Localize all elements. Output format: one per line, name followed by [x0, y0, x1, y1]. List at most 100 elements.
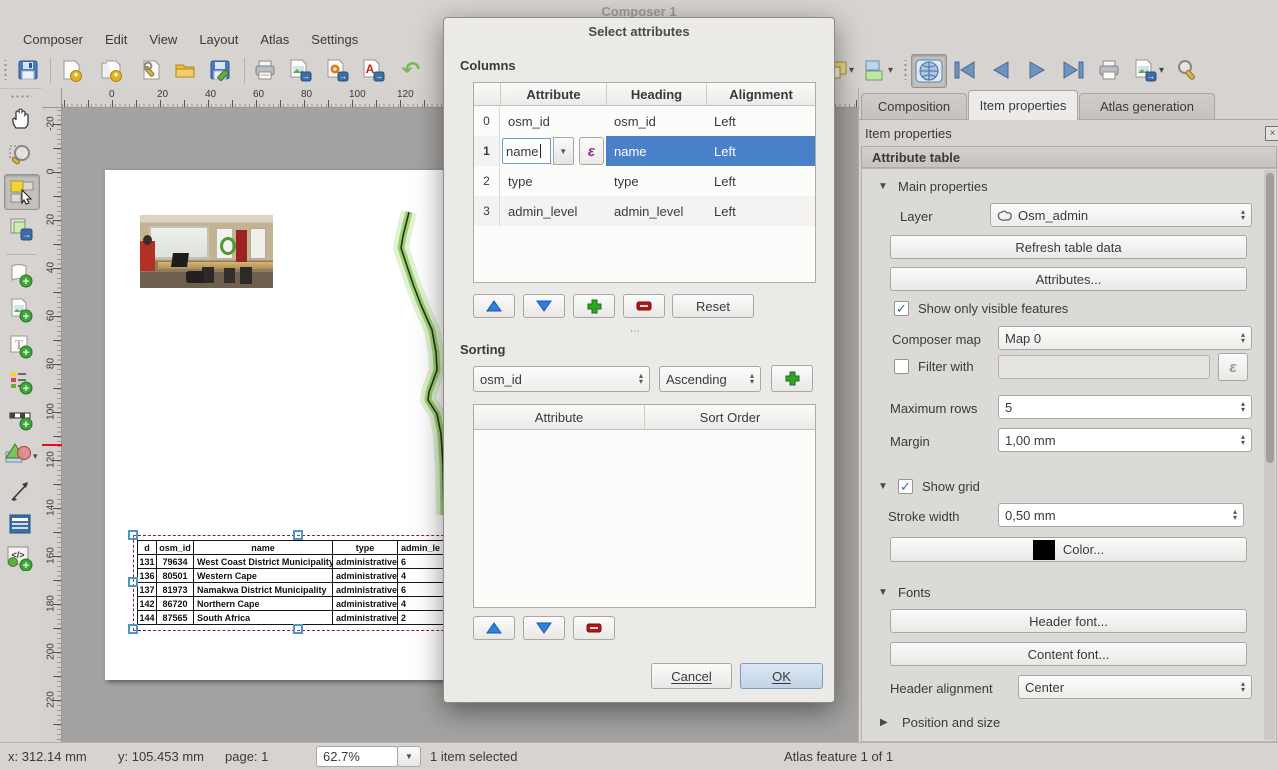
atlas-settings-button[interactable] [1172, 55, 1202, 85]
left-toolbar-grip[interactable] [10, 94, 32, 99]
columns-table-header[interactable]: Attribute Heading Alignment [474, 83, 815, 106]
layer-combobox[interactable]: Osm_admin ▴▾ [990, 203, 1252, 227]
add-scalebar-button[interactable]: + [6, 403, 36, 433]
select-move-item-tool-button[interactable] [4, 174, 40, 210]
add-new-map-button[interactable]: + [6, 260, 36, 290]
sorting-table-header[interactable]: Attribute Sort Order [474, 405, 815, 430]
header-alignment-combobox[interactable]: Center ▴▾ [1018, 675, 1252, 699]
attribute-combo-arrow-button[interactable]: ▼ [553, 137, 574, 165]
fonts-expander[interactable]: ▼ [878, 587, 888, 598]
add-image-button[interactable]: + [6, 295, 36, 325]
maximum-rows-spinbox[interactable]: 5 ▴▾ [998, 395, 1252, 419]
panel-tab-atlas-generation[interactable]: Atlas generation [1079, 93, 1215, 119]
show-only-visible-checkbox[interactable]: ✓ [894, 301, 909, 316]
attribute-expression-button[interactable]: ε [579, 137, 604, 165]
panel-scrollbar-thumb[interactable] [1266, 173, 1274, 463]
cancel-button[interactable]: Cancel [651, 663, 732, 689]
refresh-table-data-button[interactable]: Refresh table data [890, 235, 1247, 259]
export-image-button[interactable]: → [285, 55, 315, 85]
show-grid-checkbox[interactable]: ✓ [898, 479, 913, 494]
columns-table-row[interactable]: 3admin_leveladmin_levelLeft [474, 196, 815, 226]
margin-spinbox[interactable]: 1,00 mm ▴▾ [998, 428, 1252, 452]
selection-handle[interactable] [128, 530, 138, 540]
zoom-level-dropdown-button[interactable]: ▼ [397, 746, 421, 767]
export-atlas-button[interactable]: → [1130, 55, 1160, 85]
selection-handle[interactable] [293, 530, 303, 540]
attributes-button[interactable]: Attributes... [890, 267, 1247, 291]
print-atlas-button[interactable] [1094, 55, 1124, 85]
menu-settings[interactable]: Settings [300, 32, 369, 47]
move-item-content-tool-button[interactable]: → [6, 214, 36, 244]
main-properties-expander[interactable]: ▼ [878, 181, 888, 192]
open-template-button[interactable] [170, 55, 200, 85]
composer-manager-button[interactable] [136, 55, 166, 85]
grid-color-button[interactable]: Color... [890, 537, 1247, 562]
columns-table-row[interactable]: 2typetypeLeft [474, 166, 815, 196]
menu-atlas[interactable]: Atlas [249, 32, 300, 47]
menu-view[interactable]: View [138, 32, 188, 47]
add-attribute-table-button[interactable] [6, 510, 36, 540]
composer-table[interactable]: dosm_idnametypeadmin_le13179634West Coas… [137, 540, 458, 625]
pan-tool-button[interactable] [6, 104, 36, 134]
selection-handle[interactable] [293, 624, 303, 634]
add-arrow-button[interactable] [6, 476, 36, 506]
column-add-button[interactable] [573, 294, 615, 318]
panel-tab-item-properties[interactable]: Item properties [968, 90, 1078, 120]
undo-button[interactable]: ↶ [396, 55, 426, 85]
columns-table-row[interactable]: 1name▼εnameLeft [474, 136, 815, 166]
sort-add-button[interactable] [771, 365, 813, 392]
toolbar-grip[interactable] [3, 60, 8, 80]
atlas-previous-feature-button[interactable] [986, 55, 1016, 85]
column-move-up-button[interactable] [473, 294, 515, 318]
print-button[interactable] [250, 55, 280, 85]
columns-reset-button[interactable]: Reset [672, 294, 754, 318]
add-label-button[interactable]: T + [6, 331, 36, 361]
duplicate-composition-button[interactable]: * [96, 55, 126, 85]
filter-with-checkbox[interactable] [894, 359, 909, 374]
raise-items-dropdown[interactable]: ▾ [849, 65, 854, 76]
sort-remove-button[interactable] [573, 616, 615, 640]
zoom-level-input[interactable]: 62.7% [316, 746, 398, 767]
composer-map-combobox[interactable]: Map 0 ▴▾ [998, 326, 1252, 350]
attribute-edit-input[interactable]: name [502, 138, 551, 164]
panel-close-button[interactable]: × [1265, 126, 1278, 141]
save-project-button[interactable] [13, 55, 43, 85]
sort-attribute-combobox[interactable]: osm_id ▴▾ [473, 366, 650, 392]
sort-order-combobox[interactable]: Ascending ▴▾ [659, 366, 761, 392]
new-composition-button[interactable]: * [56, 55, 86, 85]
export-atlas-dropdown[interactable]: ▾ [1159, 65, 1164, 76]
column-move-down-button[interactable] [523, 294, 565, 318]
panel-scrollbar[interactable] [1264, 170, 1275, 740]
atlas-toolbar-grip[interactable] [903, 60, 908, 80]
atlas-preview-toggle[interactable] [911, 54, 947, 88]
menu-edit[interactable]: Edit [94, 32, 138, 47]
filter-expression-input[interactable] [998, 355, 1210, 379]
ok-button[interactable]: OK [740, 663, 823, 689]
add-legend-button[interactable]: + [6, 367, 36, 397]
add-shape-button[interactable]: ▾ [2, 440, 40, 470]
sort-move-down-button[interactable] [523, 616, 565, 640]
zoom-tool-button[interactable] [6, 140, 36, 170]
selection-handle[interactable] [128, 577, 138, 587]
export-pdf-button[interactable]: A → [358, 55, 388, 85]
panel-tab-composition[interactable]: Composition [861, 93, 967, 119]
filter-expression-button[interactable]: ε [1218, 353, 1248, 381]
sort-move-up-button[interactable] [473, 616, 515, 640]
stroke-width-spinbox[interactable]: 0,50 mm ▴▾ [998, 503, 1244, 527]
menu-composer[interactable]: Composer [12, 32, 94, 47]
align-items-dropdown[interactable]: ▾ [888, 65, 893, 76]
menu-layout[interactable]: Layout [188, 32, 249, 47]
dialog-splitter-handle[interactable]: ⋯ [630, 326, 641, 337]
show-grid-expander[interactable]: ▼ [878, 481, 888, 492]
align-items-button[interactable] [862, 55, 886, 85]
columns-table-row[interactable]: 0osm_idosm_idLeft [474, 106, 815, 136]
header-font-button[interactable]: Header font... [890, 609, 1247, 633]
save-as-template-button[interactable] [205, 55, 235, 85]
position-size-expander[interactable]: ▶ [880, 717, 888, 728]
atlas-last-feature-button[interactable] [1058, 55, 1088, 85]
attribute-cell-editor[interactable]: name▼ε [500, 136, 606, 166]
add-html-frame-button[interactable]: </> + [5, 543, 35, 573]
atlas-next-feature-button[interactable] [1022, 55, 1052, 85]
atlas-first-feature-button[interactable] [950, 55, 980, 85]
content-font-button[interactable]: Content font... [890, 642, 1247, 666]
